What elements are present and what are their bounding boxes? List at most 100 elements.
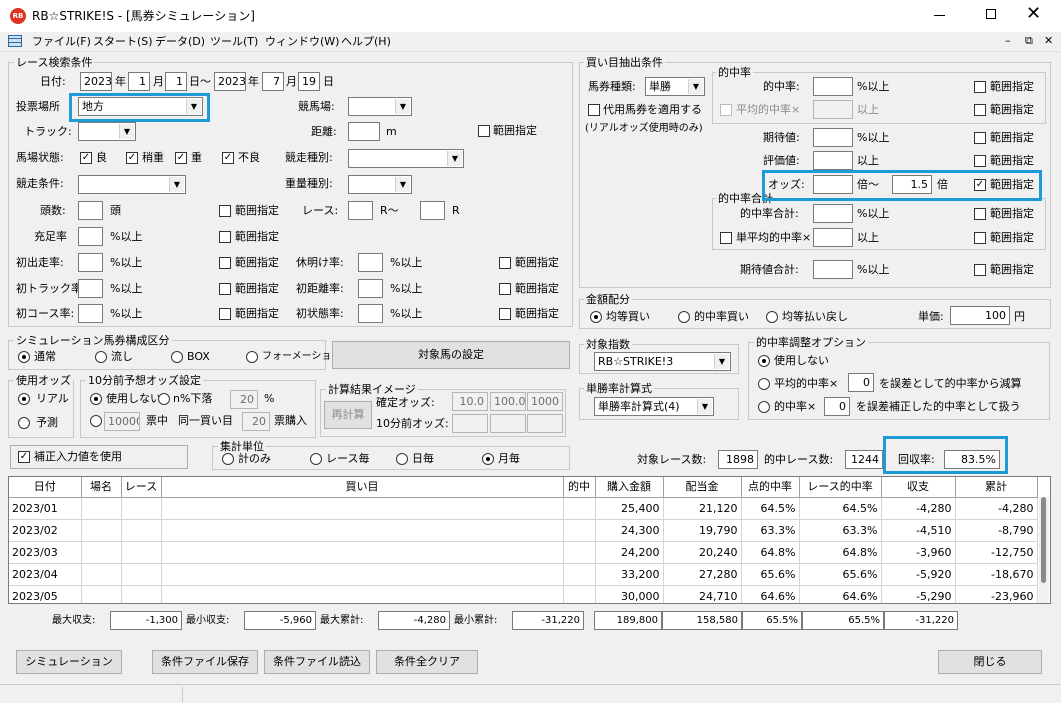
table-row[interactable]: 2023/02 24,300 19,790 63.3% 63.3% -4,510 -8,79… — [9, 519, 1038, 542]
first-track-range-checkbox[interactable] — [219, 283, 231, 295]
menu-data[interactable]: データ(D) — [155, 35, 205, 49]
agg-race-radio[interactable] — [310, 453, 322, 465]
target-horse-button[interactable]: 対象馬の設定 — [332, 341, 570, 369]
rest-range-checkbox[interactable] — [499, 257, 511, 269]
table-scrollbar[interactable] — [1039, 497, 1049, 603]
to-month-field[interactable]: 7 — [262, 72, 284, 91]
money-hit-radio[interactable] — [678, 311, 690, 323]
table-row[interactable]: 2023/03 24,200 20,240 64.8% 64.8% -3,960 -12,7… — [9, 541, 1038, 564]
pre10-none-radio[interactable] — [90, 393, 102, 405]
substitute-checkbox[interactable] — [588, 104, 600, 116]
col-date[interactable]: 日付 — [9, 477, 82, 498]
pre10-drop-radio[interactable] — [158, 393, 170, 405]
agg-day-radio[interactable] — [396, 453, 408, 465]
expect-range-checkbox[interactable] — [974, 132, 986, 144]
eval-field[interactable] — [813, 151, 853, 170]
odds-real-radio[interactable] — [18, 393, 30, 405]
weight-type-select[interactable]: ▼ — [348, 175, 412, 194]
track-select[interactable]: ▼ — [78, 122, 136, 141]
first-state-field[interactable] — [358, 304, 383, 323]
mdi-restore-icon[interactable]: ⧉ — [1025, 34, 1033, 48]
hit-rate-range-checkbox[interactable] — [974, 81, 986, 93]
race-no-to-field[interactable] — [420, 201, 445, 220]
save-conditions-button[interactable]: 条件ファイル保存 — [152, 650, 258, 674]
single-avg-field[interactable] — [813, 228, 853, 247]
avg-hit-checkbox[interactable] — [720, 104, 732, 116]
pre10-amount-field[interactable]: 10000 — [104, 412, 140, 431]
agg-month-radio[interactable] — [482, 453, 494, 465]
first-run-field[interactable] — [78, 253, 103, 272]
money-even-radio[interactable] — [590, 311, 602, 323]
col-payout[interactable]: 配当金 — [663, 477, 742, 498]
hit-total-field[interactable] — [813, 204, 853, 223]
hit-rate-field[interactable] — [813, 77, 853, 96]
pre10-drop-field[interactable]: 20 — [230, 390, 258, 409]
first-run-range-checkbox[interactable] — [219, 257, 231, 269]
col-venue[interactable]: 場名 — [81, 477, 122, 498]
cond-good-checkbox[interactable]: ✓ — [80, 152, 92, 164]
to-day-field[interactable]: 19 — [298, 72, 320, 91]
avg-hit-range-checkbox[interactable] — [974, 104, 986, 116]
course-select[interactable]: ▼ — [348, 97, 412, 116]
race-type-select[interactable]: ▼ — [348, 149, 464, 168]
unit-price-field[interactable]: 100 — [950, 306, 1010, 325]
col-cumulative[interactable]: 累計 — [955, 477, 1038, 498]
eval-range-checkbox[interactable] — [974, 155, 986, 167]
single-avg-checkbox[interactable] — [720, 232, 732, 244]
expect-field[interactable] — [813, 128, 853, 147]
index-select[interactable]: RB☆STRIKE!3 ▼ — [594, 352, 731, 371]
minimize-icon[interactable] — [934, 15, 945, 16]
load-conditions-button[interactable]: 条件ファイル読込 — [264, 650, 370, 674]
menu-start[interactable]: スタート(S) — [93, 35, 153, 49]
single-avg-range-checkbox[interactable] — [974, 232, 986, 244]
distance-range-checkbox[interactable] — [478, 125, 490, 137]
tansho-select[interactable]: 単勝率計算式(4) ▼ — [594, 397, 714, 416]
from-year-field[interactable]: 2023 — [80, 72, 112, 91]
adjust-none-radio[interactable] — [758, 355, 770, 367]
adjust-hit-radio[interactable] — [758, 401, 770, 413]
money-payout-radio[interactable] — [766, 311, 778, 323]
mdi-minimize-icon[interactable]: – — [1005, 34, 1011, 48]
col-pl[interactable]: 収支 — [881, 477, 956, 498]
expect-total-range-checkbox[interactable] — [974, 264, 986, 276]
first-dist-field[interactable] — [358, 279, 383, 298]
menu-help[interactable]: ヘルプ(H) — [341, 35, 391, 49]
ticket-select[interactable]: 単勝 ▼ — [645, 77, 705, 96]
col-hit[interactable]: 的中 — [563, 477, 596, 498]
simulate-button[interactable]: シミュレーション — [16, 650, 122, 674]
pre10-buy-radio[interactable] — [90, 415, 102, 427]
close-button[interactable]: 閉じる — [938, 650, 1042, 674]
menu-tool[interactable]: ツール(T) — [210, 35, 258, 49]
first-course-range-checkbox[interactable] — [219, 308, 231, 320]
col-race-hit[interactable]: レース的中率 — [799, 477, 882, 498]
avg-hit-field[interactable] — [813, 100, 853, 119]
maximize-icon[interactable] — [986, 9, 996, 19]
rest-field[interactable] — [358, 253, 383, 272]
cond-bad-checkbox[interactable]: ✓ — [222, 152, 234, 164]
first-state-range-checkbox[interactable] — [499, 308, 511, 320]
correction-checkbox[interactable]: ✓ — [18, 451, 30, 463]
cond-slight-checkbox[interactable]: ✓ — [126, 152, 138, 164]
col-buy-amount[interactable]: 購入金額 — [595, 477, 664, 498]
sim-box-radio[interactable] — [171, 351, 183, 363]
sim-formation-radio[interactable] — [246, 351, 258, 363]
table-row[interactable]: 2023/05 30,000 24,710 64.6% 64.6% -5,290 -23,9… — [9, 585, 1038, 603]
menu-window[interactable]: ウィンドウ(W) — [265, 35, 339, 49]
sim-nagashi-radio[interactable] — [95, 351, 107, 363]
to-year-field[interactable]: 2023 — [214, 72, 246, 91]
race-cond-select[interactable]: ▼ — [78, 175, 186, 194]
cond-heavy-checkbox[interactable]: ✓ — [175, 152, 187, 164]
expect-total-field[interactable] — [813, 260, 853, 279]
first-course-field[interactable] — [78, 304, 103, 323]
hit-total-range-checkbox[interactable] — [974, 208, 986, 220]
odds-forecast-radio[interactable] — [18, 417, 30, 429]
fill-range-checkbox[interactable] — [219, 231, 231, 243]
distance-field[interactable] — [348, 122, 380, 141]
from-day-field[interactable]: 1 — [165, 72, 187, 91]
mdi-close-icon[interactable]: ✕ — [1044, 34, 1053, 48]
first-track-field[interactable] — [78, 279, 103, 298]
table-scroll-thumb[interactable] — [1041, 497, 1046, 583]
clear-conditions-button[interactable]: 条件全クリア — [376, 650, 478, 674]
col-bet[interactable]: 買い目 — [161, 477, 564, 498]
col-point-hit[interactable]: 点的中率 — [741, 477, 800, 498]
